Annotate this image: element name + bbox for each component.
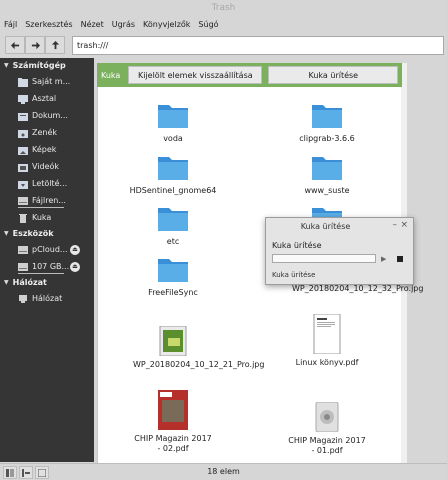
forward-button[interactable]: [25, 36, 45, 54]
drive-icon: [18, 196, 28, 205]
drive-icon: [18, 262, 28, 271]
toolbar: trash:///: [0, 32, 447, 58]
pdf-thumbnail-icon: [158, 390, 188, 430]
folder-icon: [312, 157, 342, 180]
sidebar-item-pictures[interactable]: Képek: [0, 141, 94, 158]
folder-icon: [158, 208, 188, 231]
file-item-voda[interactable]: voda: [98, 100, 248, 144]
window-title: Trash: [211, 3, 236, 13]
sidebar-item-home[interactable]: Saját m...: [0, 73, 94, 90]
arrow-left-icon: [10, 41, 19, 49]
menu-view[interactable]: Nézet: [81, 20, 104, 29]
pdf-file-icon: [315, 402, 339, 432]
arrow-up-icon: [51, 40, 59, 49]
disk-usage-bar: [18, 207, 64, 208]
sidebar-item-network[interactable]: Hálózat: [0, 290, 94, 307]
file-item-chip-01[interactable]: CHIP Magazin 2017 - 01.pdf: [252, 402, 402, 456]
sidebar: ▼ Számítógép Saját m... Asztal Dokum... Z…: [0, 58, 94, 462]
music-folder-icon: [18, 129, 28, 138]
title-bar: Trash: [0, 0, 447, 16]
sidebar-item-documents[interactable]: Dokum...: [0, 107, 94, 124]
restore-selected-button[interactable]: Kijelölt elemek visszaállítása: [128, 66, 263, 84]
folder-icon: [158, 259, 188, 282]
sidebar-item-desktop[interactable]: Asztal: [0, 90, 94, 107]
sidebar-item-pcloud[interactable]: pCloud... ⏏: [0, 241, 94, 258]
trash-icon: [19, 213, 27, 223]
stop-icon[interactable]: [397, 256, 403, 262]
sidebar-section-computer[interactable]: ▼ Számítógép: [0, 58, 94, 73]
menu-help[interactable]: Súgó: [198, 20, 218, 29]
downloads-folder-icon: [18, 180, 28, 189]
sidebar-section-devices[interactable]: ▼ Eszközök: [0, 226, 94, 241]
status-bar: 18 elem: [0, 463, 447, 480]
sidebar-item-filesystem[interactable]: Fájlren...: [0, 192, 94, 209]
image-thumbnail-icon: [159, 326, 187, 356]
sidebar-item-downloads[interactable]: Letölté...: [0, 175, 94, 192]
chevron-down-icon: ▼: [4, 279, 9, 286]
folder-icon: [158, 157, 188, 180]
play-icon[interactable]: ▶: [381, 255, 386, 263]
close-icon[interactable]: ×: [400, 220, 408, 230]
disk-usage-bar: [18, 273, 64, 274]
file-item-freefilesync[interactable]: FreeFileSync: [98, 254, 248, 298]
menu-file[interactable]: Fájl: [4, 20, 17, 29]
home-folder-icon: [18, 77, 28, 87]
menu-edit[interactable]: Szerkesztés: [25, 20, 72, 29]
pictures-folder-icon: [18, 146, 28, 155]
menu-bookmarks[interactable]: Könyvjelzők: [143, 20, 190, 29]
menu-go[interactable]: Ugrás: [112, 20, 135, 29]
empty-trash-button[interactable]: Kuka ürítése: [268, 66, 399, 84]
trash-label: Kuka: [101, 70, 121, 80]
dialog-status-text: Kuka ürítése: [272, 271, 316, 279]
network-icon: [19, 294, 27, 303]
back-button[interactable]: [5, 36, 25, 54]
menu-bar: Fájl Szerkesztés Nézet Ugrás Könyvjelzők…: [0, 16, 447, 32]
sidebar-item-107gb[interactable]: 107 GB... ⏏: [0, 258, 94, 275]
sidebar-item-music[interactable]: Zenék: [0, 124, 94, 141]
sidebar-item-videos[interactable]: Videók: [0, 158, 94, 175]
file-item-linux-konyv[interactable]: Linux könyv.pdf: [252, 314, 402, 368]
documents-folder-icon: [18, 112, 28, 121]
dialog-title: Kuka ürítése: [300, 222, 351, 231]
item-count: 18 elem: [207, 467, 240, 476]
file-item-www-suste[interactable]: www_suste: [252, 152, 402, 196]
file-item-chip-02[interactable]: CHIP Magazin 2017 - 02.pdf: [98, 390, 248, 454]
eject-icon[interactable]: ⏏: [70, 244, 80, 255]
trash-info-bar: Kuka Kijelölt elemek visszaállítása Kuka…: [97, 63, 402, 87]
file-item-etc[interactable]: etc: [98, 203, 248, 247]
minimize-icon[interactable]: –: [393, 220, 398, 230]
chevron-down-icon: ▼: [4, 230, 9, 237]
folder-icon: [312, 105, 342, 128]
up-button[interactable]: [45, 36, 65, 54]
eject-icon[interactable]: ⏏: [70, 261, 80, 272]
videos-folder-icon: [18, 163, 28, 172]
pdf-thumbnail-icon: [313, 314, 341, 354]
sidebar-item-trash[interactable]: Kuka: [0, 209, 94, 226]
file-item-wp-21[interactable]: WP_20180204_10_12_21_Pro.jpg: [98, 326, 264, 370]
sidebar-section-network[interactable]: ▼ Hálózat: [0, 275, 94, 290]
progress-bar: [272, 254, 376, 263]
dialog-label: Kuka ürítése: [272, 241, 322, 250]
arrow-right-icon: [31, 41, 40, 49]
folder-icon: [158, 105, 188, 128]
empty-trash-dialog: Kuka ürítése – × Kuka ürítése ▶ Kuka ürí…: [265, 217, 414, 285]
file-item-clipgrab[interactable]: clipgrab-3.6.6: [252, 100, 402, 144]
chevron-down-icon: ▼: [4, 62, 9, 69]
drive-icon: [18, 245, 28, 254]
desktop-icon: [18, 94, 28, 104]
file-item-hdsentinel[interactable]: HDSentinel_gnome64: [98, 152, 248, 196]
location-input[interactable]: trash:///: [72, 36, 444, 55]
